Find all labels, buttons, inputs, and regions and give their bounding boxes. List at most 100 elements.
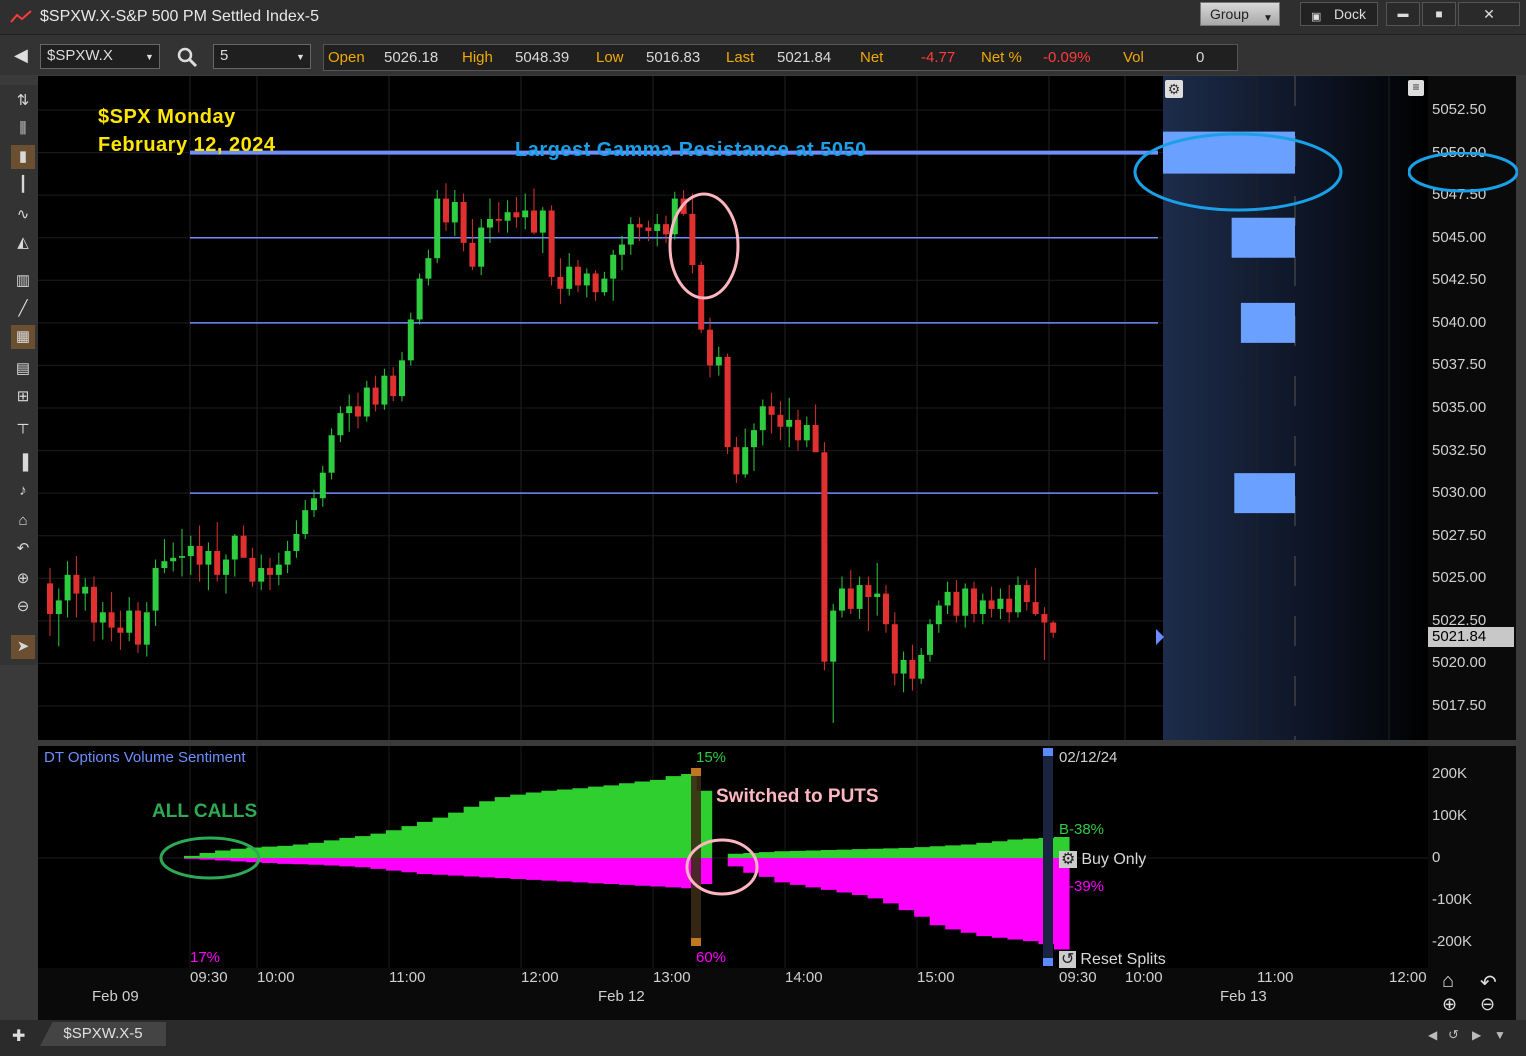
candle-body: [847, 588, 854, 609]
price-tick: 5027.50: [1432, 526, 1487, 544]
collapse-arrow-icon[interactable]: ◀: [14, 45, 28, 66]
drawing-tools-rail: ⇅ ⫼ ▮ ┃ ∿ ◭ ▥ ╱ ▦ ▤ ⊞ ┬ ▐ ♪ ⌂ ↶ ⊕ ⊖ ➤: [0, 85, 38, 665]
group-button[interactable]: Group ▼: [1200, 2, 1280, 26]
time-label: 15:00: [917, 969, 955, 986]
candle-body: [962, 588, 969, 616]
line-style-icon[interactable]: ∿: [11, 203, 35, 227]
volume-bars-icon[interactable]: ▥: [11, 269, 35, 293]
add-tab-icon[interactable]: ✚: [12, 1026, 25, 1046]
candle-body: [504, 212, 511, 221]
layout-icon[interactable]: ⊞: [11, 385, 35, 409]
symbol-input[interactable]: $SPXW.X ▼: [40, 44, 160, 69]
bottom-bar: ✚ ◀ ↺ ▶ ▼: [0, 1020, 1526, 1056]
price-panel[interactable]: $SPX Monday February 12, 2024 Largest Ga…: [38, 76, 1428, 740]
cursor-line-icon[interactable]: ┬: [11, 413, 35, 437]
price-chart[interactable]: [38, 76, 1428, 740]
candle-body: [143, 612, 150, 645]
close-button[interactable]: ✕: [1458, 2, 1520, 26]
time-label: 14:00: [785, 969, 823, 986]
time-label: 09:30: [1059, 969, 1097, 986]
gamma-bar: [1234, 473, 1295, 514]
pointer-icon[interactable]: ➤: [11, 635, 35, 659]
settings-gear-icon[interactable]: ⚙: [1165, 80, 1183, 98]
area-style-icon[interactable]: ◭: [11, 231, 35, 255]
dock-label: Dock: [1334, 6, 1366, 22]
candle-body: [856, 585, 863, 609]
sentiment-chart[interactable]: [38, 746, 1428, 968]
tab-menu-icon[interactable]: ▼: [1494, 1028, 1506, 1042]
candle-body: [645, 227, 652, 231]
undo-icon[interactable]: ↶: [11, 537, 35, 561]
candle-body: [583, 273, 590, 286]
ellipse-5050: [1408, 152, 1518, 193]
time-label: 13:00: [653, 969, 691, 986]
pct-60: 60%: [696, 949, 727, 966]
time-label: 11:00: [1257, 969, 1294, 986]
minimize-button[interactable]: ▬: [1386, 2, 1420, 26]
zoom-out-icon[interactable]: ⊖: [11, 595, 35, 619]
candle-body: [126, 610, 133, 633]
candle-body: [469, 242, 476, 267]
price-tick: 5040.00: [1432, 313, 1487, 331]
buy-only-toggle[interactable]: ⚙ Buy Only: [1059, 849, 1146, 869]
candle-body: [372, 387, 379, 405]
dock-button[interactable]: ▣ Dock: [1300, 2, 1378, 26]
candle-body: [293, 533, 300, 552]
menu-icon[interactable]: ≡: [1408, 80, 1424, 96]
chevron-down-icon: ▼: [145, 52, 154, 62]
candle-body: [249, 557, 256, 582]
reset-splits-button[interactable]: ↺ Reset Splits: [1059, 949, 1166, 968]
crosshair-tool-icon[interactable]: ⇅: [11, 89, 35, 113]
pct-17: 17%: [190, 949, 221, 966]
interval-select[interactable]: 5 ▼: [213, 44, 311, 69]
zoom-in-icon[interactable]: ⊕: [11, 567, 35, 591]
search-icon[interactable]: [176, 46, 198, 68]
candle-body: [64, 574, 71, 601]
home-icon[interactable]: ⌂: [11, 509, 35, 533]
candle-body: [627, 224, 634, 245]
home-icon[interactable]: ⌂: [1442, 970, 1454, 993]
zoom-in-icon[interactable]: ⊕: [1442, 994, 1457, 1015]
candle-body: [214, 551, 221, 575]
grid-icon[interactable]: ▦: [11, 325, 35, 349]
table-icon[interactable]: ▤: [11, 357, 35, 381]
zoom-out-icon[interactable]: ⊖: [1480, 994, 1495, 1015]
time-axis[interactable]: 09:30 10:00 11:00 12:00 13:00 14:00 15:0…: [38, 968, 1516, 1020]
end-handle-top: [1043, 748, 1053, 756]
price-tick: 5035.00: [1432, 399, 1487, 416]
scroll-tool-icon[interactable]: ▐: [11, 451, 35, 475]
gamma-bar: [1240, 302, 1295, 343]
candle-body: [478, 227, 485, 267]
candle-body: [689, 213, 696, 265]
tab-refresh-icon[interactable]: ↺: [1448, 1027, 1459, 1043]
candle-body: [302, 510, 309, 534]
candle-style-icon[interactable]: ▮: [11, 145, 35, 169]
sentiment-panel[interactable]: DT Options Volume Sentiment 15% 17% 60% …: [38, 746, 1428, 968]
window-title: $SPXW.X-S&P 500 PM Settled Index-5: [40, 8, 319, 25]
candle-body: [319, 472, 326, 499]
undo-icon[interactable]: ↶: [1480, 970, 1497, 995]
maximize-button[interactable]: ■: [1422, 2, 1456, 26]
price-axis[interactable]: 5052.50 5050.00 5047.50 5045.00 5042.50 5040.…: [1408, 76, 1518, 740]
bar-style-icon[interactable]: ⫼: [11, 117, 35, 141]
date-label: Feb 12: [598, 988, 645, 1005]
candle-body: [311, 498, 317, 511]
trendline-icon[interactable]: ╱: [11, 297, 35, 321]
ohlc-style-icon[interactable]: ┃: [11, 173, 35, 197]
tab-prev-icon[interactable]: ◀: [1428, 1028, 1437, 1042]
candle-body: [399, 360, 405, 397]
candle-body: [971, 588, 977, 615]
candle-body: [1032, 602, 1039, 615]
candle-body: [997, 598, 1004, 609]
tab-spxw[interactable]: $SPXW.X-5: [40, 1022, 166, 1046]
candle-body: [566, 266, 573, 289]
candle-body: [275, 564, 282, 575]
tab-next-icon[interactable]: ▶: [1472, 1028, 1481, 1042]
note-icon[interactable]: ♪: [11, 479, 35, 503]
candle-body: [434, 198, 441, 259]
price-tick: 5020.00: [1432, 654, 1487, 672]
sent-tick: 100K: [1432, 807, 1468, 824]
sent-tick: -200K: [1432, 933, 1473, 950]
candle-body: [73, 574, 80, 594]
buy-only-gear-icon: ⚙: [1059, 851, 1078, 868]
